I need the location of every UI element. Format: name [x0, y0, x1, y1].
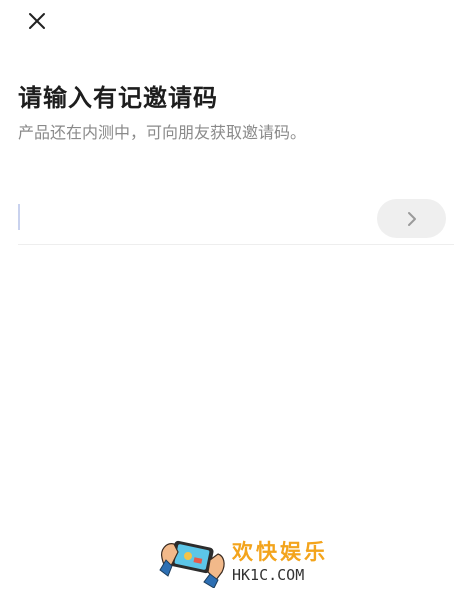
invite-code-row — [18, 196, 454, 245]
page-subtitle: 产品还在内测中，可向朋友获取邀请码。 — [18, 123, 307, 142]
watermark-domain: HK1C.COM — [232, 566, 305, 584]
watermark-title: 欢快娱乐 — [232, 540, 328, 564]
invite-code-input[interactable] — [18, 196, 348, 240]
next-button[interactable] — [377, 199, 446, 238]
watermark-logo: 欢快娱乐 HK1C.COM — [158, 530, 328, 589]
close-icon — [29, 13, 45, 29]
close-button[interactable] — [22, 6, 52, 36]
gamepad-hands-icon — [159, 540, 225, 589]
chevron-right-icon — [407, 211, 416, 226]
page-title: 请输入有记邀请码 — [18, 84, 218, 112]
